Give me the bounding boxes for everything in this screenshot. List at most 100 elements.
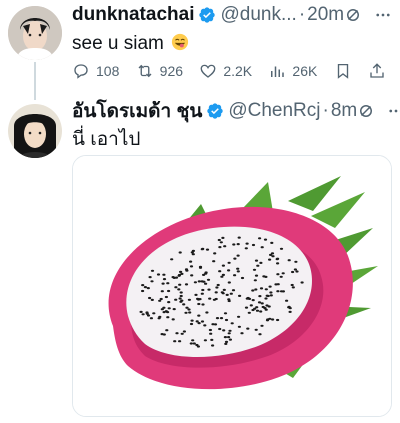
seed-dot (240, 332, 244, 335)
handle[interactable]: @dunk... (220, 4, 296, 26)
seed-dot (227, 298, 231, 301)
seed-dot (215, 286, 219, 289)
seed-dot (276, 273, 280, 276)
seed-dot (265, 294, 269, 297)
tweet-media-dragon-fruit[interactable] (72, 155, 392, 417)
seed-dot (185, 306, 189, 309)
seed-dot (200, 320, 205, 323)
more-options-icon[interactable] (374, 6, 392, 24)
grok-icon[interactable] (357, 102, 375, 120)
seed-dot (259, 261, 263, 264)
seed-dot (227, 261, 231, 264)
seed-dot (245, 242, 249, 245)
seed-dot (254, 328, 258, 331)
seed-dot (255, 306, 259, 309)
share-button[interactable] (368, 62, 386, 80)
seed-dot (177, 274, 181, 277)
seed-dot (148, 296, 152, 300)
seed-dot (202, 273, 206, 276)
display-name[interactable]: อันโดรเมด้า ชุน (72, 96, 202, 126)
seed-dot (205, 311, 209, 314)
verified-badge-icon (198, 6, 216, 24)
seed-dot (223, 336, 227, 339)
seed-dot (179, 300, 183, 303)
seed-dot (240, 276, 245, 280)
seed-dot (233, 257, 237, 260)
seed-dot (228, 329, 232, 332)
seed-dot (174, 286, 178, 289)
seed-dot (294, 260, 298, 263)
seed-dot (179, 270, 183, 273)
seed-dot (201, 303, 205, 306)
seed-dot (189, 342, 193, 345)
seed-dot (180, 272, 184, 275)
seed-dot (146, 287, 150, 290)
seed-dot (236, 270, 240, 273)
seed-dot (145, 311, 149, 314)
timestamp[interactable]: 8m (331, 100, 357, 122)
seed-dot (189, 265, 194, 268)
seed-dot (218, 246, 222, 249)
seed-dot (197, 280, 201, 283)
avatar[interactable] (8, 6, 62, 60)
seed-dot (227, 332, 231, 335)
seed-dot (204, 271, 208, 274)
seed-dot (208, 328, 212, 332)
seed-dot (276, 290, 280, 293)
seed-dot (290, 283, 294, 287)
seed-dot (219, 241, 223, 244)
reply-button[interactable]: 108 (72, 62, 119, 80)
like-count: 2.2K (223, 63, 253, 79)
repost-button[interactable]: 926 (136, 62, 183, 80)
timestamp[interactable]: 20m (307, 4, 344, 26)
tweet-text: นี่ เอาไป (72, 129, 141, 150)
seed-dot (258, 333, 262, 336)
seed-dot (184, 311, 188, 314)
bookmark-button[interactable] (334, 62, 352, 80)
seed-dot (178, 251, 182, 254)
seed-dot (285, 299, 289, 302)
seed-dot (237, 236, 241, 239)
seed-dot (156, 273, 161, 276)
seed-dot (160, 290, 164, 293)
grok-icon[interactable] (344, 6, 362, 24)
seed-dot (184, 283, 189, 286)
seed-dot (197, 302, 201, 306)
seed-dot (139, 310, 143, 313)
seed-dot (167, 307, 171, 310)
seed-dot (189, 260, 193, 263)
seed-dot (249, 304, 253, 307)
seed-dot (171, 318, 175, 321)
seed-dot (251, 299, 255, 302)
seed-dot (260, 302, 264, 305)
seed-dot (233, 274, 237, 277)
tweet-actions: 108 926 2.2K 26K (72, 62, 386, 80)
seed-dot (143, 286, 147, 289)
seed-dot (264, 288, 268, 291)
seed-dot (141, 284, 145, 287)
seed-dot (267, 305, 271, 308)
seed-dot (279, 247, 284, 250)
thread-connector-line (34, 62, 36, 100)
dragon-fruit-image (73, 156, 391, 416)
seed-dot (166, 282, 170, 285)
seed-dot (254, 274, 259, 277)
seed-dot (180, 332, 184, 335)
seed-dot (205, 248, 210, 251)
seed-dot (164, 295, 168, 299)
seed-dot (200, 280, 204, 283)
seed-dot (150, 298, 154, 301)
seed-dot (189, 322, 194, 326)
seed-dot (224, 340, 229, 343)
seed-dot (162, 311, 166, 314)
seed-dot (162, 333, 166, 336)
display-name[interactable]: dunknatachai (72, 4, 194, 26)
like-button[interactable]: 2.2K (199, 62, 252, 80)
seed-dot (237, 325, 241, 328)
seed-dot (141, 289, 145, 293)
more-options-icon[interactable] (387, 102, 400, 120)
reply-icon (74, 64, 88, 79)
views-button[interactable]: 26K (268, 62, 317, 80)
handle[interactable]: @ChenRcj (228, 100, 320, 122)
avatar[interactable] (8, 104, 62, 158)
